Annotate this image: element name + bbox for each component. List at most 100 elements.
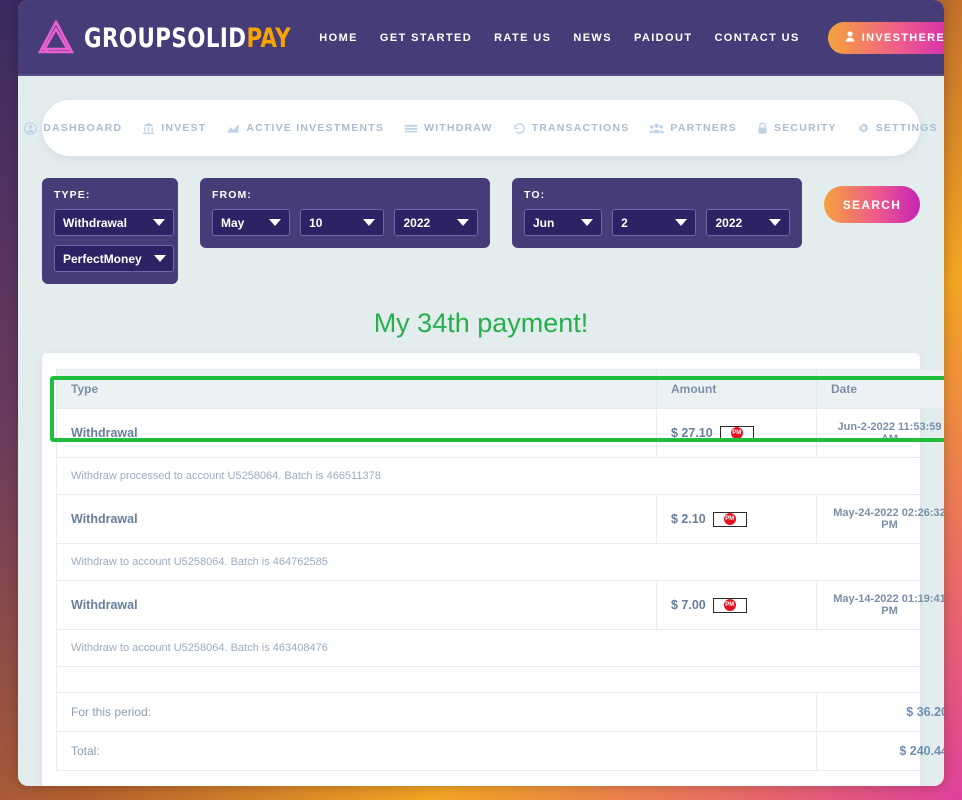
- operation-type-value: Withdrawal: [63, 215, 127, 230]
- nav-link-news[interactable]: NEWS: [573, 32, 612, 44]
- transaction-date: May-24-2022 02:26:32 PM: [816, 494, 944, 544]
- column-header-date: Date: [816, 369, 944, 409]
- to-month-value: Jun: [533, 215, 555, 230]
- to-date-label: TO:: [524, 189, 546, 201]
- summary-value: $ 36.20: [816, 692, 944, 732]
- nav-link-get-started[interactable]: GET STARTED: [380, 32, 472, 44]
- invest-here-label: INVESTHERE: [861, 32, 944, 44]
- from-year-select[interactable]: 2022: [394, 209, 478, 236]
- user-icon: [845, 31, 855, 45]
- transaction-description: Withdraw processed to account U5258064. …: [56, 457, 944, 495]
- table-row-description: Withdraw processed to account U5258064. …: [56, 457, 944, 495]
- transaction-amount-wrap: $ 27.10 PM: [671, 425, 802, 441]
- cell-type: Withdrawal: [56, 408, 657, 458]
- nav-link-paidout[interactable]: PAIDOUT: [634, 32, 692, 44]
- sidebar-item-invest[interactable]: INVEST: [142, 122, 206, 135]
- history-icon: [513, 122, 526, 135]
- to-month-select[interactable]: Jun: [524, 209, 603, 236]
- from-year-value: 2022: [403, 215, 431, 230]
- transaction-amount-wrap: $ 2.10 PM: [671, 511, 802, 527]
- chevron-down-icon: [363, 219, 376, 226]
- invest-here-button[interactable]: INVESTHERE: [827, 22, 944, 54]
- card-lines-icon: [404, 122, 418, 135]
- search-button[interactable]: SEARCH: [824, 186, 920, 223]
- transactions-card: Type Amount Date Withdrawal $ 27.10 PM J…: [42, 353, 944, 786]
- sidebar-item-label: TRANSACTIONS: [531, 122, 630, 134]
- sidebar-item-label: SETTINGS: [875, 122, 938, 134]
- lock-icon: [757, 122, 768, 135]
- to-day-select[interactable]: 2: [612, 209, 697, 236]
- chevron-down-icon: [153, 219, 165, 226]
- chevron-down-icon: [269, 219, 282, 226]
- summary-value: $ 240.44: [816, 731, 944, 771]
- cell-amount: $ 7.00 PM: [656, 580, 817, 630]
- from-day-select[interactable]: 10: [300, 209, 385, 236]
- logo-wordmark: GROUPSOLIDPAY: [84, 23, 291, 54]
- nav-link-rate-us[interactable]: RATE US: [494, 32, 551, 44]
- from-month-value: May: [221, 215, 245, 230]
- transaction-description: Withdraw to account U5258064. Batch is 4…: [56, 629, 944, 667]
- transaction-amount: $ 2.10: [671, 512, 706, 526]
- sidebar-item-label: ACTIVE INVESTMENTS: [246, 122, 385, 134]
- chevron-down-icon: [675, 219, 688, 226]
- user-circle-icon: [24, 121, 38, 135]
- sidebar-item-partners[interactable]: PARTNERS: [649, 122, 737, 135]
- site-logo[interactable]: GROUPSOLIDPAY: [36, 19, 319, 57]
- to-day-value: 2: [621, 215, 628, 230]
- logo-text-accent: PAY: [246, 22, 292, 54]
- type-filter-label: TYPE:: [54, 189, 91, 201]
- from-date-selects: May 10 2022: [212, 209, 478, 236]
- to-year-select[interactable]: 2022: [706, 209, 790, 236]
- transaction-amount-wrap: $ 7.00 PM: [671, 597, 802, 613]
- main-menu: HOME GET STARTED RATE US NEWS PAIDOUT CO…: [319, 22, 944, 54]
- perfectmoney-badge-icon: PM: [712, 511, 747, 527]
- from-date-label: FROM:: [212, 189, 252, 201]
- perfectmoney-badge-icon: PM: [719, 425, 754, 441]
- chart-icon: [226, 122, 240, 135]
- operation-type-select[interactable]: Withdrawal: [54, 209, 174, 236]
- transactions-table: Type Amount Date Withdrawal $ 27.10 PM J…: [56, 369, 944, 771]
- transaction-type: Withdrawal: [71, 598, 138, 612]
- table-header: Type Amount Date: [56, 369, 944, 409]
- table-row-description: Withdraw to account U5258064. Batch is 4…: [56, 543, 944, 581]
- table-row[interactable]: Withdrawal $ 27.10 PM Jun-2-2022 11:53:5…: [56, 408, 944, 458]
- sidebar-item-withdraw[interactable]: WITHDRAW: [404, 122, 493, 135]
- transaction-type: Withdrawal: [71, 512, 138, 526]
- table-header-row: Type Amount Date: [56, 369, 944, 409]
- table-row[interactable]: Withdrawal $ 2.10 PM May-24-2022 02:26:3…: [56, 494, 944, 544]
- cell-type: Withdrawal: [56, 494, 657, 544]
- penrose-triangle-icon: [36, 19, 76, 57]
- gear-icon: [857, 122, 870, 135]
- sidebar-item-dashboard[interactable]: DASHBOARD: [24, 121, 123, 135]
- wallet-value: PerfectMoney: [63, 251, 142, 266]
- chevron-down-icon: [457, 219, 469, 226]
- sidebar-item-label: INVEST: [161, 122, 207, 134]
- users-icon: [649, 122, 665, 135]
- column-header-type: Type: [56, 369, 657, 409]
- table-spacer-cell: [56, 666, 944, 693]
- type-filter-panel: TYPE: Withdrawal PerfectMoney: [42, 178, 178, 284]
- table-row[interactable]: Withdrawal $ 7.00 PM May-14-2022 01:19:4…: [56, 580, 944, 630]
- from-month-select[interactable]: May: [212, 209, 291, 236]
- table-spacer-row: [56, 666, 944, 693]
- account-navigation-wrapper: DASHBOARD INVEST ACTIVE INVESTMENTS WITH…: [18, 76, 944, 156]
- summary-label: For this period:: [56, 692, 817, 732]
- transaction-date: May-14-2022 01:19:41 PM: [816, 580, 944, 630]
- cell-type: Withdrawal: [56, 580, 657, 630]
- sidebar-item-settings[interactable]: SETTINGS: [857, 122, 938, 135]
- nav-link-contact-us[interactable]: CONTACT US: [714, 32, 799, 44]
- from-day-value: 10: [309, 215, 323, 230]
- sidebar-item-label: DASHBOARD: [43, 122, 123, 134]
- sidebar-item-label: WITHDRAW: [424, 122, 493, 134]
- nav-link-home[interactable]: HOME: [319, 32, 358, 44]
- top-navigation-bar: GROUPSOLIDPAY HOME GET STARTED RATE US N…: [18, 0, 944, 76]
- account-navigation: DASHBOARD INVEST ACTIVE INVESTMENTS WITH…: [24, 100, 937, 156]
- transaction-description: Withdraw to account U5258064. Batch is 4…: [56, 543, 944, 581]
- wallet-select[interactable]: PerfectMoney: [54, 245, 174, 272]
- sidebar-item-security[interactable]: SECURITY: [757, 122, 837, 135]
- sidebar-item-label: SECURITY: [774, 122, 837, 134]
- sidebar-item-active-investments[interactable]: ACTIVE INVESTMENTS: [226, 122, 384, 135]
- sidebar-item-transactions[interactable]: TRANSACTIONS: [513, 122, 630, 135]
- summary-row-period: For this period: $ 36.20: [56, 692, 944, 732]
- cell-amount: $ 2.10 PM: [656, 494, 817, 544]
